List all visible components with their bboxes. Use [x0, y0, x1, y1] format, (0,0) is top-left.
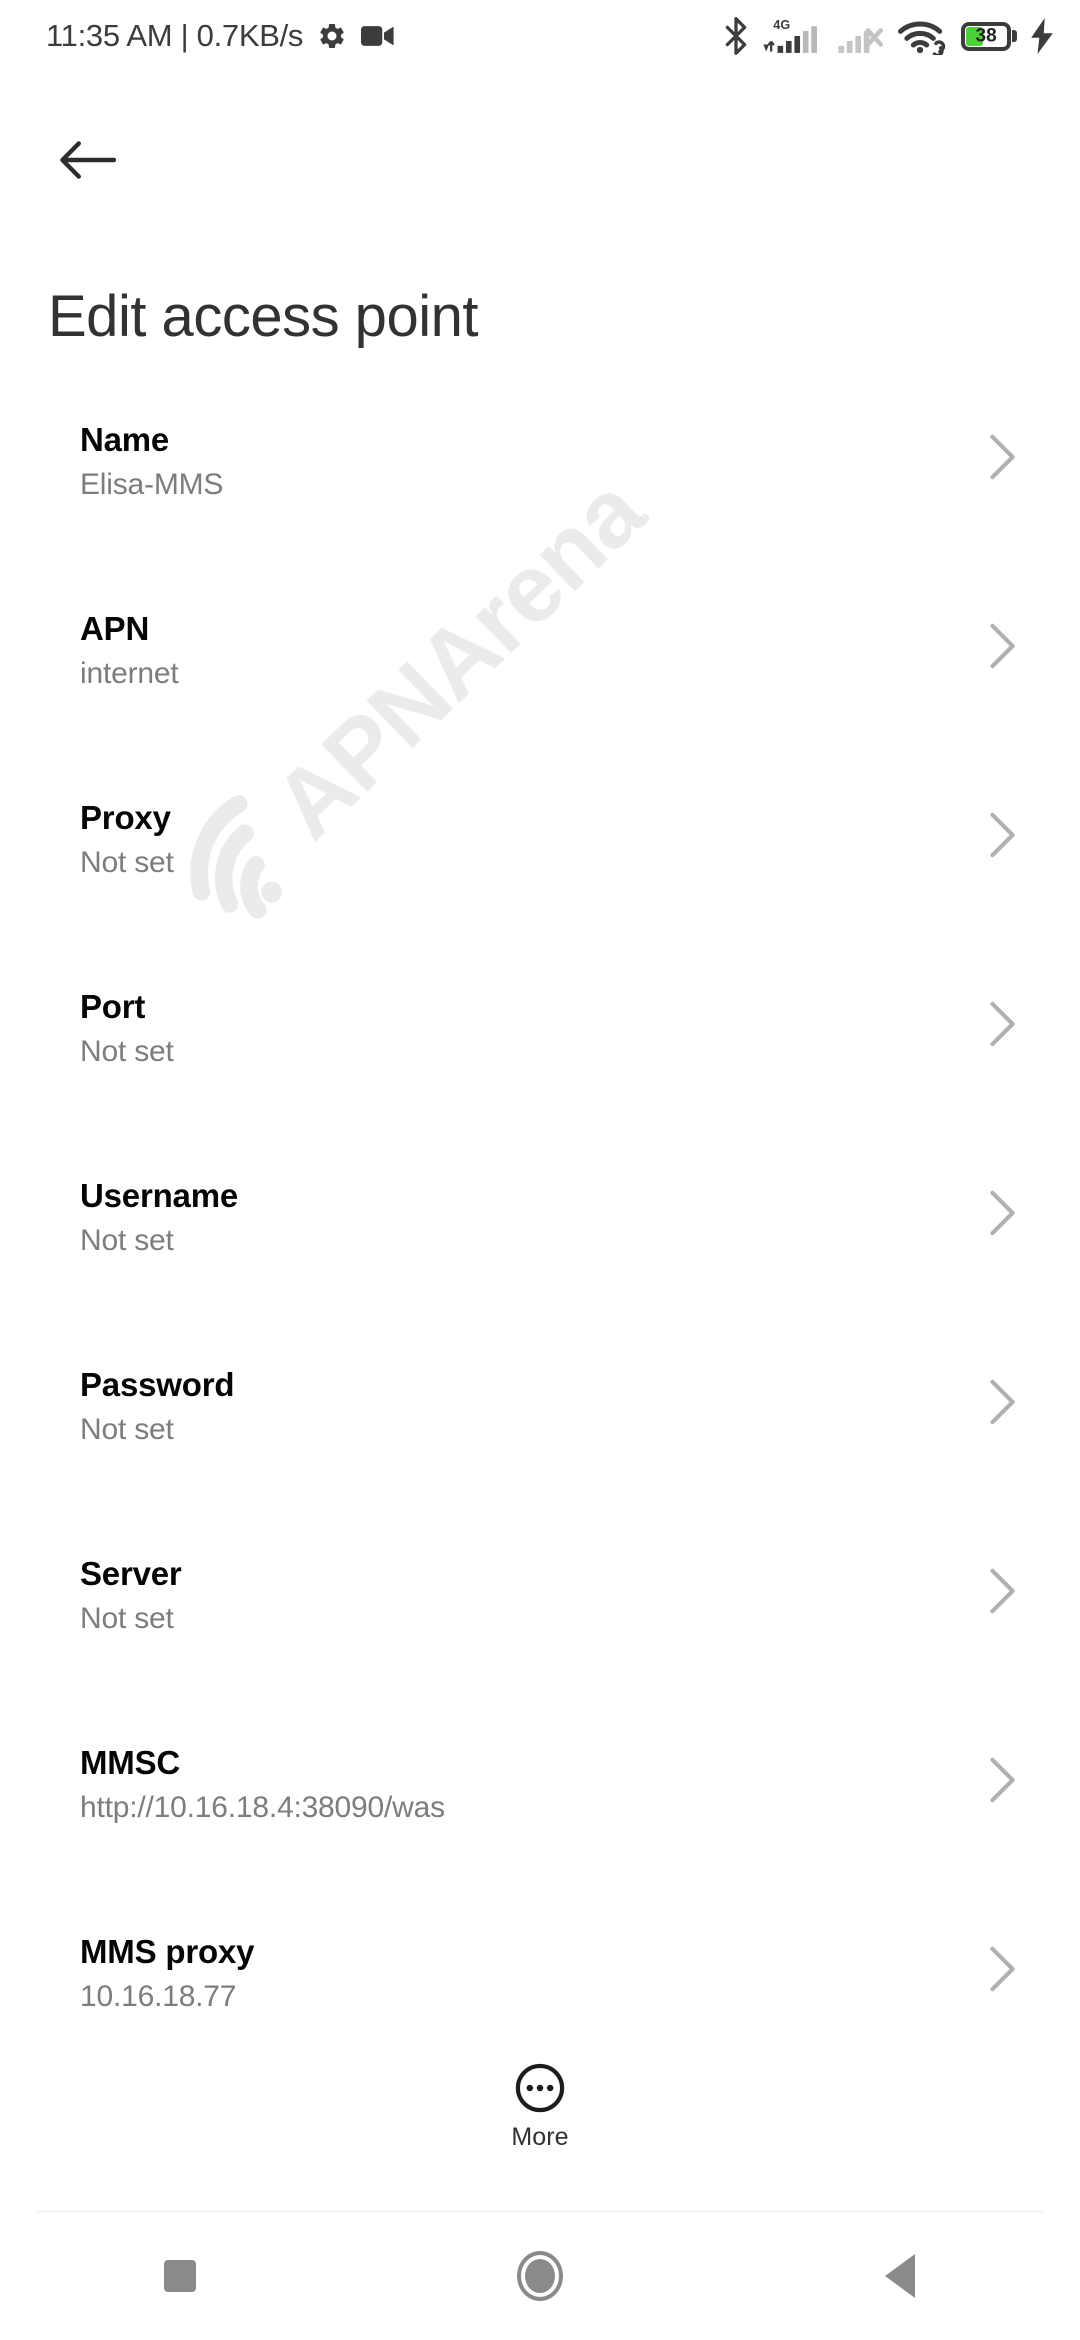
setting-value: http://10.16.18.4:38090/was [80, 1791, 445, 1825]
setting-label: Proxy [80, 799, 171, 836]
chevron-right-icon [990, 1379, 1015, 1425]
back-triangle-icon [885, 2254, 915, 2298]
arrow-left-icon [60, 141, 116, 179]
setting-row-port[interactable]: Port Not set [0, 962, 1080, 1151]
setting-label: APN [80, 610, 150, 647]
chevron-right-icon [990, 1757, 1015, 1803]
more-button[interactable]: More [0, 2048, 1080, 2160]
more-label: More [511, 2123, 569, 2151]
setting-row-server[interactable]: Server Not set [0, 1529, 1080, 1718]
battery-cap [1012, 30, 1017, 42]
chevron-right-icon [990, 812, 1015, 858]
status-bar-left: 11:35 AM | 0.7KB/s [46, 18, 395, 54]
setting-label: Port [80, 988, 146, 1025]
signal-4g-icon: 4G [763, 18, 817, 53]
setting-label: MMSC [80, 1744, 181, 1781]
charging-bolt-icon [1031, 18, 1053, 54]
setting-value: Not set [80, 846, 174, 880]
setting-row-proxy[interactable]: Proxy Not set [0, 773, 1080, 962]
chevron-right-icon [990, 434, 1015, 480]
setting-value: Not set [80, 1602, 174, 1636]
setting-row-password[interactable]: Password Not set [0, 1340, 1080, 1529]
svg-text:4G: 4G [773, 18, 790, 32]
battery-icon: 38 [961, 21, 1017, 51]
back-button[interactable] [46, 118, 130, 202]
setting-value: Not set [80, 1035, 174, 1069]
setting-value: Not set [80, 1224, 174, 1258]
chevron-right-icon [990, 1568, 1015, 1614]
setting-label: Server [80, 1555, 182, 1592]
setting-value: 10.16.18.77 [80, 1980, 237, 2014]
chevron-right-icon [990, 623, 1015, 669]
gear-icon [320, 23, 344, 48]
nav-recents-button[interactable] [0, 2212, 360, 2340]
chevron-right-icon [990, 1946, 1015, 1992]
more-circle-icon [515, 2063, 565, 2113]
setting-label: MMS proxy [80, 1933, 255, 1970]
settings-list: Name Elisa-MMS APN internet Proxy Not se… [0, 395, 1080, 2096]
recents-square-icon [164, 2260, 196, 2292]
chevron-right-icon [990, 1190, 1015, 1236]
setting-value: internet [80, 657, 179, 691]
android-nav-bar [0, 2212, 1080, 2340]
status-bar-right: 4G 38 [723, 16, 1054, 56]
battery-body: 38 [961, 21, 1012, 51]
setting-label: Name [80, 421, 170, 458]
setting-value: Elisa-MMS [80, 468, 224, 502]
wifi-icon [898, 21, 946, 55]
setting-value: Not set [80, 1413, 174, 1447]
signal-sim2-no-service-icon [838, 28, 884, 53]
video-camera-icon [361, 26, 394, 46]
bluetooth-icon [725, 17, 747, 55]
setting-row-apn[interactable]: APN internet [0, 584, 1080, 773]
page-title: Edit access point [48, 283, 478, 349]
setting-label: Password [80, 1366, 235, 1403]
home-circle-inner [525, 2259, 555, 2293]
setting-label: Username [80, 1177, 238, 1214]
status-clock-and-datarate: 11:35 AM | 0.7KB/s [46, 18, 304, 53]
setting-row-username[interactable]: Username Not set [0, 1151, 1080, 1340]
status-bar: 11:35 AM | 0.7KB/s 4G 38 [0, 0, 1080, 72]
setting-row-name[interactable]: Name Elisa-MMS [0, 395, 1080, 584]
chevron-right-icon [990, 1001, 1015, 1047]
home-circle-icon [517, 2251, 563, 2301]
battery-level-text: 38 [975, 25, 997, 47]
nav-back-button[interactable] [720, 2212, 1080, 2340]
nav-home-button[interactable] [360, 2212, 720, 2340]
setting-row-mmsc[interactable]: MMSC http://10.16.18.4:38090/was [0, 1718, 1080, 1907]
